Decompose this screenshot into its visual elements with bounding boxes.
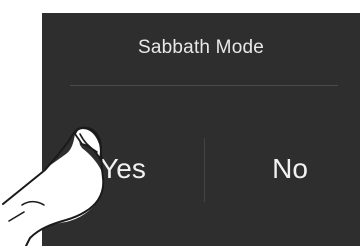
dialog-title: Sabbath Mode	[138, 37, 264, 58]
no-button[interactable]: No	[242, 145, 338, 193]
sabbath-mode-dialog: Sabbath Mode Yes No	[42, 13, 360, 246]
title-divider	[70, 85, 338, 86]
screenshot-stage: Sabbath Mode Yes No	[0, 0, 360, 246]
option-divider	[204, 138, 205, 202]
yes-button[interactable]: Yes	[82, 145, 164, 193]
